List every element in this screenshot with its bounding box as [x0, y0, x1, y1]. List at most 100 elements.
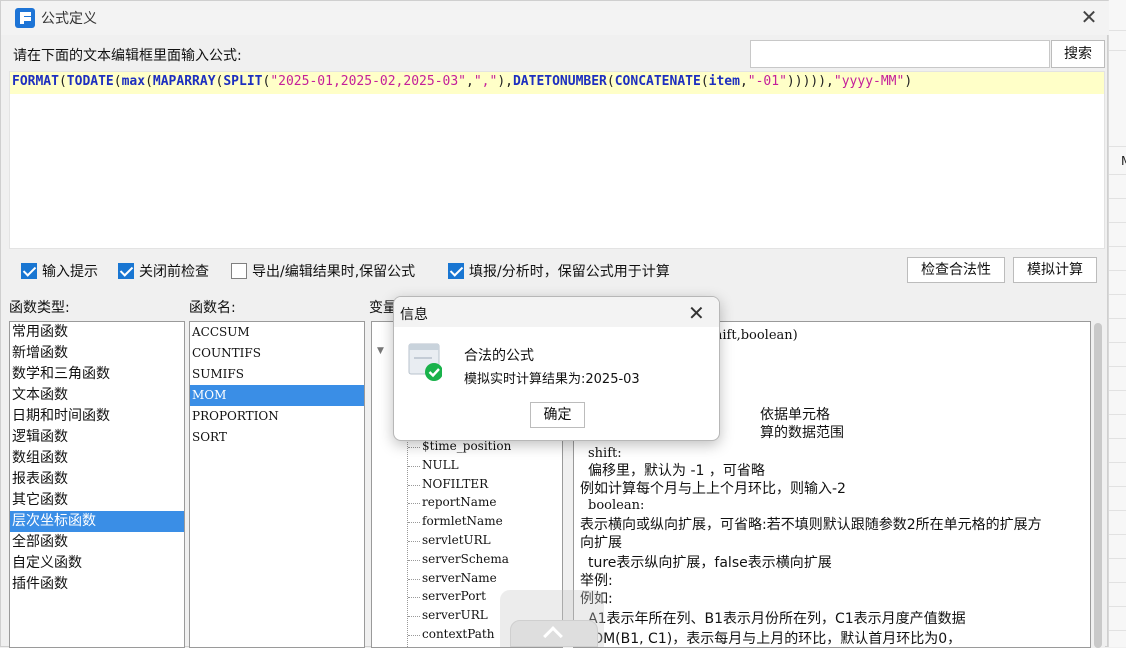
search-button[interactable]: 搜索 — [1051, 40, 1105, 68]
formula-token: ( — [58, 74, 67, 89]
variable-item[interactable]: serverPort — [408, 589, 486, 603]
variable-item[interactable]: NOFILTER — [407, 477, 488, 491]
function-type-item[interactable]: 新增函数 — [10, 343, 184, 364]
description-line: hift,boolean) — [714, 328, 798, 343]
function-type-item[interactable]: 文本函数 — [10, 385, 184, 406]
function-name-item[interactable]: ACCSUM — [190, 322, 364, 343]
description-line: 依据单元格 — [760, 407, 830, 423]
formula-token: item — [708, 74, 740, 89]
description-line: 表示横向或纵向扩展，可省略:若不填则默认跟随参数2所在单元格的扩展方 — [580, 517, 1042, 533]
formula-line[interactable]: FORMAT(TODATE(max(MAPARRAY(SPLIT("2025-0… — [10, 72, 1104, 94]
editor-prompt: 请在下面的文本编辑框里面输入公式: — [13, 48, 242, 64]
sheet-column-header: M — [1121, 154, 1126, 168]
keep-formula-fill-checkbox[interactable] — [448, 263, 464, 279]
function-names-list[interactable]: ACCSUM COUNTIFS SUMIFS MOM PROPORTION SORT — [189, 321, 365, 648]
formula-token: "," — [473, 74, 498, 89]
function-type-item[interactable]: 插件函数 — [10, 574, 184, 595]
function-name-item[interactable]: SORT — [190, 427, 364, 448]
formula-token: ), — [497, 74, 513, 89]
description-line: 举例: — [580, 573, 613, 589]
variable-item[interactable]: formletName — [408, 514, 503, 528]
formula-editor[interactable]: FORMAT(TODATE(max(MAPARRAY(SPLIT("2025-0… — [9, 71, 1105, 249]
function-type-item[interactable]: 层次坐标函数 — [10, 511, 184, 532]
keep-formula-fill-option[interactable]: 填报/分析时，保留公式用于计算 — [448, 259, 670, 283]
formula-token: , — [466, 74, 474, 89]
description-line: 向扩展 — [580, 535, 622, 551]
formula-token: "-01" — [747, 74, 787, 89]
check-before-close-checkbox[interactable] — [118, 263, 134, 279]
function-names-label: 函数名: — [189, 300, 236, 316]
formula-token: "2025-01,2025-02,2025-03" — [270, 74, 466, 89]
function-name-item[interactable]: MOM — [190, 385, 364, 406]
function-types-list[interactable]: 常用函数 新增函数 数学和三角函数 文本函数 日期和时间函数 逻辑函数 数组函数 报表函数 其它… — [9, 321, 185, 648]
function-type-item[interactable]: 日期和时间函数 — [10, 406, 184, 427]
formula-token: SPLIT — [223, 74, 263, 89]
formula-token: , — [739, 74, 748, 89]
function-type-item[interactable]: 数学和三角函数 — [10, 364, 184, 385]
function-type-item[interactable]: 全部函数 — [10, 532, 184, 553]
close-icon[interactable]: ✕ — [1079, 7, 1099, 27]
dialog-title: 信息 — [400, 307, 428, 323]
formula-token: ( — [606, 74, 615, 89]
formula-token: ))))), — [786, 74, 834, 89]
description-line: boolean: — [588, 498, 645, 513]
keep-formula-fill-label: 填报/分析时，保留公式用于计算 — [469, 264, 670, 280]
formula-token: ( — [700, 74, 709, 89]
function-type-item[interactable]: 逻辑函数 — [10, 427, 184, 448]
function-type-item[interactable]: 数组函数 — [10, 448, 184, 469]
function-name-item[interactable]: SUMIFS — [190, 364, 364, 385]
formula-token: MAPARRAY — [152, 74, 216, 89]
function-name-item[interactable]: COUNTIFS — [190, 343, 364, 364]
input-hint-checkbox[interactable] — [21, 263, 37, 279]
variable-item[interactable]: NULL — [408, 458, 459, 472]
input-hint-option[interactable]: 输入提示 — [21, 259, 98, 283]
scroll-up-button[interactable] — [510, 620, 598, 647]
variable-item[interactable]: serverSchema — [408, 552, 509, 566]
description-line: 偏移里，默认为 -1 ，可省略 — [588, 463, 765, 479]
app-logo-icon — [15, 8, 35, 28]
variable-item[interactable]: serverName — [408, 571, 497, 585]
dialog-titlebar: 信息 ✕ — [394, 297, 719, 327]
dialog-message: 合法的公式 — [464, 348, 534, 364]
variable-item[interactable]: $time_position — [407, 439, 511, 453]
function-type-item[interactable]: 报表函数 — [10, 469, 184, 490]
validate-button[interactable]: 检查合法性 — [907, 257, 1005, 283]
description-line: ture表示纵向扩展，false表示横向扩展 — [588, 555, 832, 571]
variable-item[interactable]: contextPath — [407, 627, 494, 641]
formula-token: DATETONUMBER — [512, 74, 607, 89]
formula-token: CONCATENATE — [614, 74, 701, 89]
formula-token: "yyyy-MM" — [833, 74, 905, 89]
info-dialog: 信息 ✕ 合法的公式 模拟实时计算结果为:2025-03 确定 — [393, 296, 720, 441]
variable-item[interactable]: serverURL — [408, 608, 488, 622]
description-scrollbar[interactable] — [1091, 321, 1105, 648]
dialog-close-icon[interactable]: ✕ — [688, 301, 705, 325]
dialog-ok-button[interactable]: 确定 — [530, 402, 585, 428]
input-hint-label: 输入提示 — [42, 264, 98, 280]
window-title: 公式定义 — [41, 11, 97, 27]
variable-item[interactable]: servletURL — [408, 533, 491, 547]
function-type-item[interactable]: 其它函数 — [10, 490, 184, 511]
search-input[interactable] — [750, 40, 1050, 68]
function-type-item[interactable]: 常用函数 — [10, 322, 184, 343]
description-line: 算的数据范围 — [760, 425, 844, 441]
keep-formula-export-checkbox[interactable] — [231, 263, 247, 279]
check-before-close-label: 关闭前检查 — [139, 264, 209, 280]
description-line: 例如计算每个月与上上个月环比，则输入-2 — [580, 481, 846, 497]
dialog-result: 模拟实时计算结果为:2025-03 — [464, 372, 640, 387]
formula-token: ( — [145, 74, 153, 89]
formula-token: TODATE — [66, 74, 114, 89]
variable-item[interactable]: reportName — [407, 495, 496, 509]
tree-expand-icon[interactable]: ▼ — [377, 346, 384, 356]
keep-formula-export-option[interactable]: 导出/编辑结果时,保留公式 — [231, 259, 415, 283]
formula-token: ( — [113, 74, 122, 89]
function-name-item[interactable]: PROPORTION — [190, 406, 364, 427]
function-type-item[interactable]: 自定义函数 — [10, 553, 184, 574]
window-titlebar: 公式定义 ✕ — [1, 1, 1109, 35]
formula-token: FORMAT — [12, 74, 59, 89]
check-before-close-option[interactable]: 关闭前检查 — [118, 259, 209, 283]
keep-formula-export-label: 导出/编辑结果时,保留公式 — [252, 264, 416, 280]
description-line: MOM(B1, C1)，表示每月与上月的环比，默认首月环比为0， — [580, 631, 962, 647]
simulate-button[interactable]: 模拟计算 — [1013, 257, 1097, 283]
description-line: shift: — [588, 446, 622, 461]
formula-token: max — [121, 74, 146, 89]
